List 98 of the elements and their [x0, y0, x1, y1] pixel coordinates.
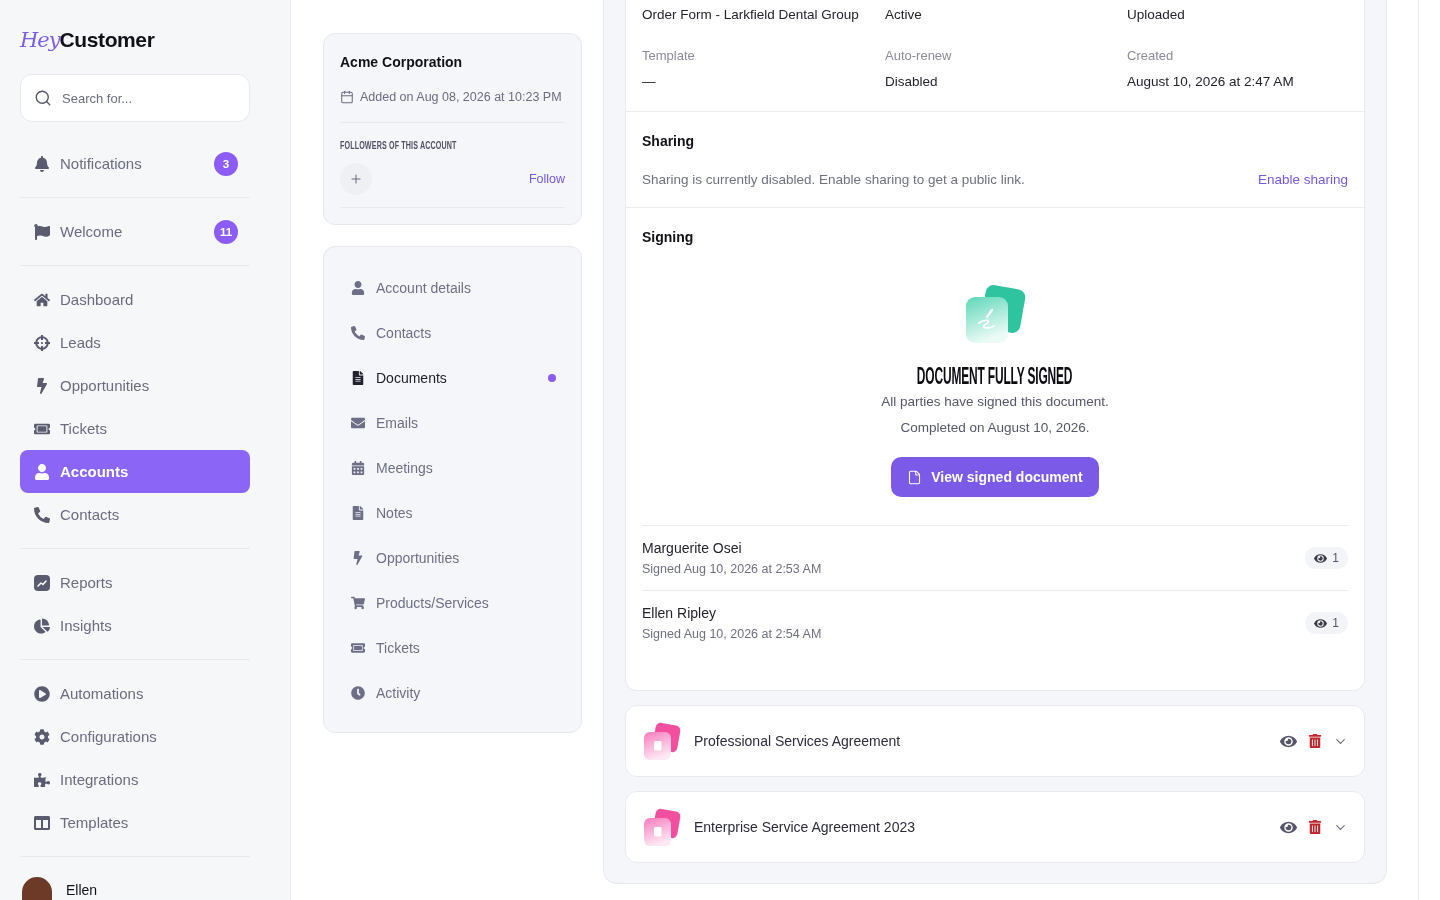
search-icon: [34, 89, 52, 107]
document-title: Enterprise Service Agreement 2023: [694, 819, 915, 835]
section-title: Signing: [642, 228, 695, 247]
account-name: Acme Corporation: [340, 53, 464, 72]
cart-icon: [351, 595, 365, 610]
account-nav-item[interactable]: Emails: [340, 400, 565, 445]
field-label: Auto-renew: [885, 47, 953, 65]
field-value: Order Form - Larkfield Dental Group: [642, 6, 860, 24]
account-nav-item[interactable]: Contacts: [340, 310, 565, 355]
enable-sharing-link[interactable]: Enable sharing: [1257, 171, 1348, 187]
file-icon: [907, 469, 923, 485]
added-date: Added on Aug 08, 2026 at 10:23 PM: [360, 89, 562, 106]
calendar-icon: [351, 460, 365, 475]
crosshair-icon: [34, 334, 50, 351]
phone-icon: [34, 506, 50, 523]
envelope-icon: [351, 415, 365, 430]
avatar[interactable]: [22, 877, 52, 900]
chart-icon: [34, 574, 50, 591]
calendar-icon: [340, 90, 354, 104]
account-nav-item[interactable]: Notes: [340, 490, 565, 535]
signature-icon: [963, 283, 1027, 345]
user-name: Ellen: [66, 881, 98, 899]
play-icon: [34, 685, 50, 702]
account-nav-item[interactable]: Products/Services: [340, 580, 565, 625]
account-nav-item[interactable]: Tickets: [340, 625, 565, 670]
trash-icon: [1308, 734, 1322, 748]
account-nav-item[interactable]: Documents: [340, 355, 565, 400]
phone-icon: [351, 325, 365, 340]
logo[interactable]: HeyCustomer: [20, 28, 155, 52]
field-value: Uploaded: [1127, 6, 1186, 24]
sidebar-item[interactable]: Opportunities: [20, 364, 250, 407]
account-nav-item[interactable]: Opportunities: [340, 535, 565, 580]
search-field[interactable]: Search for...: [20, 74, 250, 122]
sidebar-item[interactable]: Integrations: [20, 758, 250, 801]
ticket-icon: [351, 640, 365, 655]
signed-message: All parties have signed this document.: [881, 393, 1109, 411]
field-label: Template: [642, 47, 696, 65]
puzzle-icon: [34, 771, 50, 788]
sidebar-item[interactable]: Reports: [20, 561, 250, 604]
document-title: Professional Services Agreement: [694, 733, 901, 749]
sharing-status: Sharing is currently disabled. Enable sharing to get a public link.: [642, 171, 1025, 187]
account-nav-item[interactable]: Activity: [340, 670, 565, 715]
document-stack-icon: [642, 807, 682, 847]
signer-name: Marguerite Osei: [642, 539, 743, 558]
document-icon: [351, 505, 365, 520]
trash-icon: [1308, 820, 1322, 834]
signer-name: Ellen Ripley: [642, 604, 717, 623]
settings-icon: [34, 728, 50, 745]
sidebar-item[interactable]: Leads: [20, 321, 250, 364]
field-value: August 10, 2026 at 2:47 AM: [1127, 73, 1295, 91]
signed-date: Signed Aug 10, 2026 at 2:53 AM: [642, 561, 822, 578]
eye-icon: [1314, 551, 1328, 565]
sidebar-item[interactable]: Notifications 3: [20, 142, 250, 185]
document-row[interactable]: Professional Services Agreement: [625, 705, 1365, 777]
clock-icon: [351, 685, 365, 700]
bell-icon: [34, 155, 50, 172]
user-icon: [351, 280, 365, 295]
plus-icon: [349, 172, 363, 186]
pie-chart-icon: [34, 617, 50, 634]
document-row[interactable]: Enterprise Service Agreement 2023: [625, 791, 1365, 863]
document-icon: [351, 370, 365, 385]
signed-message: Completed on August 10, 2026.: [900, 419, 1090, 437]
follow-link[interactable]: Follow: [528, 172, 565, 186]
followers-heading: FOLLOWERS OF THIS ACCOUNT: [340, 139, 457, 151]
field-value: Active: [885, 6, 923, 24]
user-icon: [34, 463, 50, 480]
view-signed-document-button[interactable]: View signed document: [891, 457, 1099, 497]
sidebar-item[interactable]: Templates: [20, 801, 250, 844]
field-label: Created: [1127, 47, 1175, 65]
eye-icon: [1314, 616, 1328, 630]
signed-date: Signed Aug 10, 2026 at 2:54 AM: [642, 626, 822, 643]
view-count: 1: [1332, 551, 1339, 565]
bolt-icon: [34, 377, 50, 394]
template-icon: [34, 814, 50, 831]
account-nav-item[interactable]: Account details: [340, 265, 565, 310]
house-icon: [34, 291, 50, 308]
view-count: 1: [1332, 616, 1339, 630]
sidebar-item[interactable]: Contacts: [20, 493, 250, 536]
account-nav-item[interactable]: Meetings: [340, 445, 565, 490]
document-stack-icon: [642, 721, 682, 761]
sidebar-item[interactable]: Welcome 11: [20, 210, 250, 253]
delete-button[interactable]: [1308, 820, 1322, 834]
section-title: Sharing: [642, 132, 696, 151]
sidebar-item[interactable]: Configurations: [20, 715, 250, 758]
count-badge: 3: [214, 151, 238, 176]
sidebar-item[interactable]: Dashboard: [20, 278, 250, 321]
sidebar-item[interactable]: Tickets: [20, 407, 250, 450]
count-badge: 11: [214, 219, 238, 244]
sidebar-item[interactable]: Accounts: [20, 450, 250, 493]
field-value: Disabled: [885, 73, 939, 91]
delete-button[interactable]: [1308, 734, 1322, 748]
sidebar-item[interactable]: Automations: [20, 672, 250, 715]
sidebar-item[interactable]: Insights: [20, 604, 250, 647]
field-value: —: [642, 73, 657, 91]
bolt-icon: [351, 550, 365, 565]
dot-icon: [548, 373, 556, 382]
signed-heading: DOCUMENT FULLY SIGNED: [917, 362, 1073, 391]
flag-icon: [34, 223, 50, 240]
